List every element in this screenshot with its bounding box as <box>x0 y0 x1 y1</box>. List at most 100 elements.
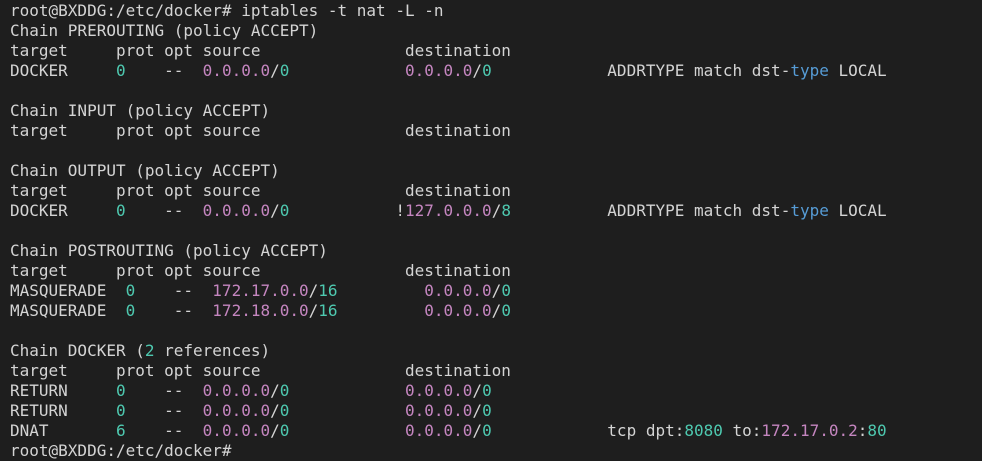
terminal-text: Chain POSTROUTING (policy ACCEPT) <box>10 241 328 260</box>
terminal-text: DOCKER <box>10 61 116 80</box>
terminal-text: MASQUERADE <box>10 281 126 300</box>
terminal-text: / <box>308 301 319 320</box>
terminal-text: / <box>270 421 280 440</box>
terminal-text: / <box>270 201 280 220</box>
terminal-text: target prot opt source destination <box>10 41 511 60</box>
terminal-text: target prot opt source destination <box>10 261 511 280</box>
terminal-text: 127.0.0.0 <box>404 201 492 220</box>
terminal-text: 0.0.0.0 <box>202 201 271 220</box>
terminal-text: references) <box>154 341 271 360</box>
terminal-text: 16 <box>318 301 338 320</box>
terminal-line: target prot opt source destination <box>10 361 982 381</box>
terminal-line: MASQUERADE 0 -- 172.18.0.0/16 0.0.0.0/0 <box>10 301 982 321</box>
terminal-text: 0 <box>279 61 290 80</box>
terminal-text: 0 <box>482 61 492 80</box>
terminal-line: target prot opt source destination <box>10 41 982 61</box>
terminal-text: -- <box>125 401 203 420</box>
terminal-text: root@BXDDG:/etc/docker# <box>10 441 232 460</box>
terminal-text: / <box>472 61 483 80</box>
terminal-text: Chain OUTPUT (policy ACCEPT) <box>10 161 280 180</box>
terminal-text: ADDRTYPE match dst- <box>510 201 791 220</box>
terminal-text: 172.17.0.2 <box>761 421 858 440</box>
terminal-text: -- <box>125 61 203 80</box>
terminal-output[interactable]: root@BXDDG:/etc/docker# iptables -t nat … <box>0 0 982 461</box>
terminal-text: DOCKER <box>10 201 116 220</box>
terminal-text: target prot opt source destination <box>10 181 511 200</box>
terminal-line: RETURN 0 -- 0.0.0.0/0 0.0.0.0/0 <box>10 401 982 421</box>
terminal-text: 16 <box>318 281 338 300</box>
terminal-text: 0.0.0.0 <box>404 61 473 80</box>
terminal-text: DNAT <box>10 421 116 440</box>
terminal-text: to: <box>722 421 762 440</box>
terminal-text: / <box>472 381 483 400</box>
terminal-text: : <box>857 421 868 440</box>
terminal-text: / <box>472 401 483 420</box>
terminal-text: tcp dpt: <box>491 421 685 440</box>
terminal-line: DNAT 6 -- 0.0.0.0/0 0.0.0.0/0 tcp dpt:80… <box>10 421 982 441</box>
terminal-text: 172.18.0.0 <box>212 301 309 320</box>
terminal-text: 8080 <box>684 421 723 440</box>
terminal-text: RETURN <box>10 381 116 400</box>
terminal-line: Chain POSTROUTING (policy ACCEPT) <box>10 241 982 261</box>
terminal-text: 0 <box>115 381 126 400</box>
terminal-text: 8 <box>501 201 511 220</box>
terminal-text: 0.0.0.0 <box>404 381 473 400</box>
terminal-text: / <box>308 281 319 300</box>
terminal-text: 0 <box>125 301 136 320</box>
terminal-text: RETURN <box>10 401 116 420</box>
terminal-text: / <box>270 401 280 420</box>
terminal-text: 172.17.0.0 <box>212 281 309 300</box>
terminal-text: 0.0.0.0 <box>404 421 473 440</box>
terminal-line: RETURN 0 -- 0.0.0.0/0 0.0.0.0/0 <box>10 381 982 401</box>
terminal-text: 0 <box>482 401 492 420</box>
terminal-text: 0.0.0.0 <box>404 401 473 420</box>
terminal-text: MASQUERADE <box>10 301 126 320</box>
terminal-text: 0.0.0.0 <box>202 421 271 440</box>
terminal-text: 0 <box>501 301 511 320</box>
terminal-text: 0.0.0.0 <box>202 381 271 400</box>
terminal-text: -- <box>125 381 203 400</box>
terminal-text: 0 <box>482 421 492 440</box>
terminal-text: root@BXDDG:/etc/docker# iptables -t nat … <box>10 1 444 20</box>
terminal-text: LOCAL <box>828 61 887 80</box>
terminal-text: / <box>472 421 483 440</box>
terminal-text: 80 <box>867 421 887 440</box>
terminal-line: MASQUERADE 0 -- 172.17.0.0/16 0.0.0.0/0 <box>10 281 982 301</box>
terminal-text: Chain DOCKER ( <box>10 341 145 360</box>
terminal-line: target prot opt source destination <box>10 261 982 281</box>
terminal-text: ! <box>289 201 405 220</box>
terminal-line: target prot opt source destination <box>10 121 982 141</box>
terminal-text: target prot opt source destination <box>10 121 511 140</box>
terminal-text: 0.0.0.0 <box>202 61 271 80</box>
terminal-text: 0 <box>501 281 511 300</box>
terminal-line: DOCKER 0 -- 0.0.0.0/0 0.0.0.0/0 ADDRTYPE… <box>10 61 982 81</box>
terminal-text: 0 <box>279 201 290 220</box>
terminal-text: 0 <box>279 421 290 440</box>
terminal-line: Chain PREROUTING (policy ACCEPT) <box>10 21 982 41</box>
terminal-text: 0 <box>115 201 126 220</box>
terminal-text: type <box>790 201 829 220</box>
terminal-text: 0 <box>115 61 126 80</box>
terminal-text: LOCAL <box>828 201 887 220</box>
terminal-text: -- <box>135 301 213 320</box>
terminal-text: / <box>491 301 502 320</box>
terminal-text: 0.0.0.0 <box>202 401 271 420</box>
terminal-text: 6 <box>115 421 126 440</box>
terminal-text: Chain PREROUTING (policy ACCEPT) <box>10 21 319 40</box>
terminal-text: Chain INPUT (policy ACCEPT) <box>10 101 271 120</box>
terminal-line: target prot opt source destination <box>10 181 982 201</box>
terminal-text: 2 <box>144 341 155 360</box>
terminal-text: 0.0.0.0 <box>424 281 492 300</box>
terminal-text: / <box>270 61 280 80</box>
terminal-text: type <box>790 61 829 80</box>
terminal-text: -- <box>135 281 213 300</box>
